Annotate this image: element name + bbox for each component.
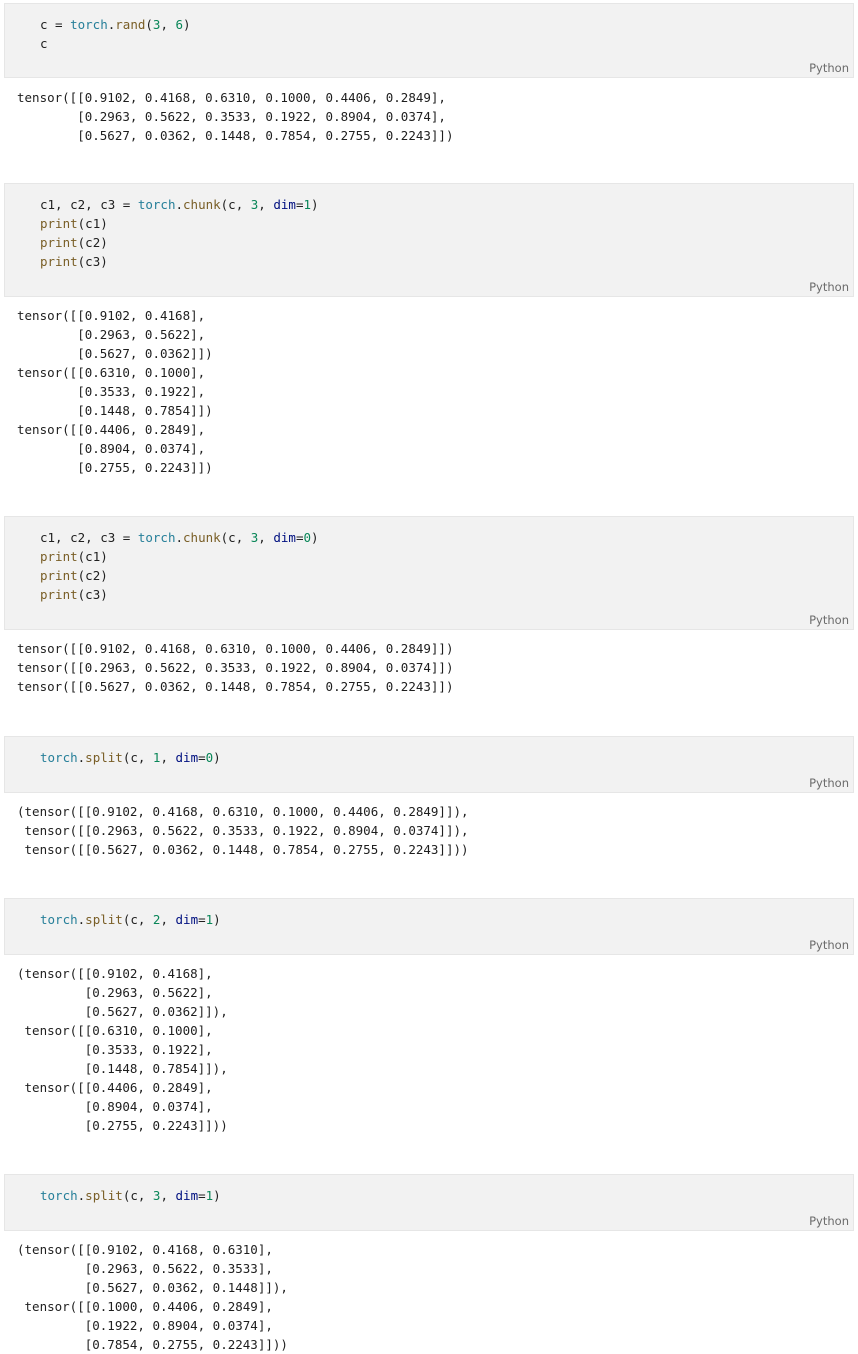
- code-line: torch.split(c, 3, dim=1): [40, 1188, 221, 1203]
- output-line: [0.2963, 0.5622],: [17, 327, 206, 342]
- code-editor[interactable]: c1, c2, c3 = torch.chunk(c, 3, dim=0) pri…: [4, 516, 854, 630]
- output-line: [0.5627, 0.0362, 0.1448]]),: [17, 1280, 288, 1295]
- cell-output: tensor([[0.9102, 0.4168], [0.2963, 0.562…: [17, 306, 213, 477]
- output-line: tensor([[0.6310, 0.1000],: [17, 365, 206, 380]
- code-editor[interactable]: torch.split(c, 3, dim=1) Python: [4, 1174, 854, 1231]
- output-line: [0.2963, 0.5622, 0.3533, 0.1922, 0.8904,…: [17, 109, 446, 124]
- output-line: [0.8904, 0.0374],: [17, 1099, 213, 1114]
- output-line: tensor([[0.9102, 0.4168, 0.6310, 0.1000,…: [17, 641, 454, 656]
- output-line: tensor([[0.2963, 0.5622, 0.3533, 0.1922,…: [17, 823, 469, 838]
- output-line: [0.2755, 0.2243]]): [17, 460, 213, 475]
- code-line: torch.split(c, 2, dim=1): [40, 912, 221, 927]
- cell-output: tensor([[0.9102, 0.4168, 0.6310, 0.1000,…: [17, 639, 454, 696]
- output-line: (tensor([[0.9102, 0.4168, 0.6310, 0.1000…: [17, 804, 469, 819]
- output-line: [0.5627, 0.0362]]),: [17, 1004, 228, 1019]
- code-line: torch.split(c, 1, dim=0): [40, 750, 221, 765]
- code-line: print(c1): [40, 549, 108, 564]
- code-line: print(c3): [40, 254, 108, 269]
- code-line: c: [40, 36, 48, 51]
- code-line: c1, c2, c3 = torch.chunk(c, 3, dim=0): [40, 530, 319, 545]
- code-line: print(c2): [40, 568, 108, 583]
- output-line: [0.3533, 0.1922],: [17, 384, 206, 399]
- code-editor[interactable]: c = torch.rand(3, 6) c Python: [4, 3, 854, 78]
- output-line: [0.3533, 0.1922],: [17, 1042, 213, 1057]
- code-editor[interactable]: c1, c2, c3 = torch.chunk(c, 3, dim=1) pri…: [4, 183, 854, 297]
- language-label[interactable]: Python: [809, 776, 849, 790]
- language-label[interactable]: Python: [809, 613, 849, 627]
- language-label[interactable]: Python: [809, 938, 849, 952]
- cell-output: (tensor([[0.9102, 0.4168, 0.6310], [0.29…: [17, 1240, 288, 1354]
- output-line: tensor([[0.5627, 0.0362, 0.1448, 0.7854,…: [17, 842, 469, 857]
- output-line: [0.5627, 0.0362, 0.1448, 0.7854, 0.2755,…: [17, 128, 454, 143]
- output-line: [0.5627, 0.0362]]): [17, 346, 213, 361]
- output-line: tensor([[0.5627, 0.0362, 0.1448, 0.7854,…: [17, 679, 454, 694]
- cell-output: (tensor([[0.9102, 0.4168, 0.6310, 0.1000…: [17, 802, 469, 859]
- output-line: [0.1922, 0.8904, 0.0374],: [17, 1318, 273, 1333]
- code-line: print(c3): [40, 587, 108, 602]
- code-lines: c = torch.rand(3, 6) c: [40, 15, 191, 53]
- output-line: tensor([[0.9102, 0.4168],: [17, 308, 206, 323]
- output-line: tensor([[0.4406, 0.2849],: [17, 1080, 213, 1095]
- language-label[interactable]: Python: [809, 1214, 849, 1228]
- output-line: tensor([[0.6310, 0.1000],: [17, 1023, 213, 1038]
- code-editor[interactable]: torch.split(c, 1, dim=0) Python: [4, 736, 854, 793]
- code-lines: c1, c2, c3 = torch.chunk(c, 3, dim=1) pri…: [40, 195, 319, 271]
- output-line: tensor([[0.2963, 0.5622, 0.3533, 0.1922,…: [17, 660, 454, 675]
- output-line: [0.1448, 0.7854]]),: [17, 1061, 228, 1076]
- code-line: c1, c2, c3 = torch.chunk(c, 3, dim=1): [40, 197, 319, 212]
- code-line: print(c2): [40, 235, 108, 250]
- code-line: c = torch.rand(3, 6): [40, 17, 191, 32]
- output-line: (tensor([[0.9102, 0.4168],: [17, 966, 213, 981]
- output-line: (tensor([[0.9102, 0.4168, 0.6310],: [17, 1242, 273, 1257]
- code-line: print(c1): [40, 216, 108, 231]
- language-label[interactable]: Python: [809, 61, 849, 75]
- code-editor[interactable]: torch.split(c, 2, dim=1) Python: [4, 898, 854, 955]
- output-line: [0.7854, 0.2755, 0.2243]])): [17, 1337, 288, 1352]
- output-line: [0.2963, 0.5622, 0.3533],: [17, 1261, 273, 1276]
- cell-output: tensor([[0.9102, 0.4168, 0.6310, 0.1000,…: [17, 88, 454, 145]
- output-line: [0.1448, 0.7854]]): [17, 403, 213, 418]
- output-line: [0.2755, 0.2243]])): [17, 1118, 228, 1133]
- output-line: [0.8904, 0.0374],: [17, 441, 206, 456]
- output-line: [0.2963, 0.5622],: [17, 985, 213, 1000]
- code-lines: torch.split(c, 1, dim=0): [40, 748, 221, 767]
- output-line: tensor([[0.9102, 0.4168, 0.6310, 0.1000,…: [17, 90, 446, 105]
- code-lines: torch.split(c, 2, dim=1): [40, 910, 221, 929]
- code-lines: torch.split(c, 3, dim=1): [40, 1186, 221, 1205]
- output-line: tensor([[0.1000, 0.4406, 0.2849],: [17, 1299, 273, 1314]
- cell-output: (tensor([[0.9102, 0.4168], [0.2963, 0.56…: [17, 964, 228, 1135]
- code-lines: c1, c2, c3 = torch.chunk(c, 3, dim=0) pri…: [40, 528, 319, 604]
- language-label[interactable]: Python: [809, 280, 849, 294]
- output-line: tensor([[0.4406, 0.2849],: [17, 422, 206, 437]
